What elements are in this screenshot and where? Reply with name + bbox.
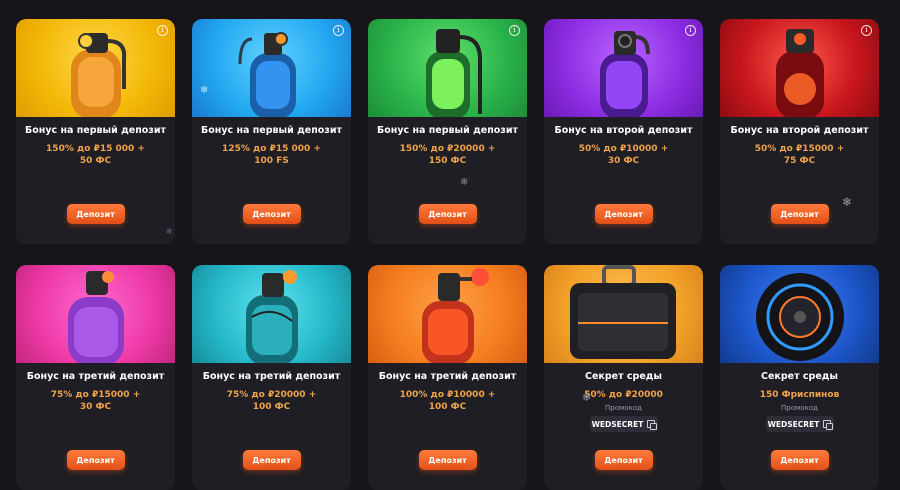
bonus-offer: 50% до ₽20000	[584, 390, 663, 400]
deposit-button[interactable]: Депозит	[66, 450, 125, 470]
deposit-button[interactable]: Депозит	[418, 204, 477, 224]
card-artwork	[368, 265, 527, 363]
snowflake-icon: ❄	[166, 227, 173, 236]
bonus-card: i ❄ Бонус на второй депозит 50% до ₽1500…	[720, 19, 879, 244]
bonus-offer: 75% до ₽20000 + 100 ФС	[226, 390, 317, 412]
gas-tank-illustration	[246, 270, 298, 363]
bonus-offer: 150% до ₽20000 + 150 ФС	[399, 144, 496, 166]
snowflake-icon: ❄	[200, 85, 209, 96]
promo-code-box[interactable]: WEDSECRET	[589, 416, 658, 432]
card-artwork: i ❄	[192, 19, 351, 117]
briefcase-illustration	[570, 265, 676, 359]
bonus-offer: 150% до ₽15 000 + 50 ФС	[46, 144, 145, 166]
info-icon[interactable]: i	[333, 25, 344, 36]
bonus-offer: 125% до ₽15 000 + 100 FS	[222, 144, 321, 166]
promo-label: Промокод	[781, 404, 818, 412]
copy-icon[interactable]	[823, 420, 834, 430]
promo-code: WEDSECRET	[767, 419, 820, 429]
bonus-card: i Бонус на первый депозит 150% до ₽20000…	[368, 19, 527, 244]
bonus-card: Секрет среды 50% до ₽20000 Промокод WEDS…	[544, 265, 703, 490]
bonus-card: i Бонус на второй депозит 50% до ₽10000 …	[544, 19, 703, 244]
deposit-button[interactable]: Депозит	[770, 204, 829, 224]
deposit-button[interactable]: Депозит	[66, 204, 125, 224]
bonus-card: Бонус на третий депозит 75% до ₽15000 + …	[16, 265, 175, 490]
deposit-button[interactable]: Депозит	[242, 450, 301, 470]
card-artwork	[720, 265, 879, 363]
bonus-card: i ❄ Бонус на первый депозит 125% до ₽15 …	[192, 19, 351, 244]
bonus-offer: 150 Фриспинов	[759, 390, 840, 400]
gas-tank-illustration	[426, 29, 482, 117]
gas-tank-illustration	[71, 33, 127, 117]
copy-icon[interactable]	[647, 420, 658, 430]
gas-tank-illustration	[600, 31, 650, 117]
deposit-button[interactable]: Депозит	[770, 450, 829, 470]
snowflake-icon: ❄	[582, 391, 592, 404]
bonus-title: Бонус на третий депозит	[26, 371, 165, 382]
bonus-offer: 50% до ₽10000 + 30 ФС	[578, 144, 669, 166]
info-icon[interactable]: i	[685, 25, 696, 36]
bonus-title: Бонус на первый депозит	[200, 125, 342, 136]
bonus-card: Бонус на третий депозит 75% до ₽20000 + …	[192, 265, 351, 490]
bonus-card: Секрет среды 150 Фриспинов Промокод WEDS…	[720, 265, 879, 490]
gas-tank-illustration	[238, 32, 296, 117]
deposit-button[interactable]: Депозит	[242, 204, 301, 224]
bonus-title: Бонус на второй депозит	[554, 125, 693, 136]
bonus-offer: 50% до ₽15000 + 75 ФС	[754, 144, 845, 166]
snowflake-icon: ❄	[836, 19, 844, 21]
card-artwork: i	[368, 19, 527, 117]
bonus-title: Секрет среды	[584, 371, 663, 382]
bonus-title: Бонус на третий депозит	[378, 371, 517, 382]
gas-tank-illustration	[68, 271, 124, 363]
gas-tank-illustration	[776, 29, 824, 117]
promo-label: Промокод	[605, 404, 642, 412]
promo-code: WEDSECRET	[591, 419, 644, 429]
bonus-title: Бонус на первый депозит	[376, 125, 518, 136]
bonus-card: Бонус на третий депозит 100% до ₽10000 +…	[368, 265, 527, 490]
card-artwork	[16, 265, 175, 363]
card-artwork	[544, 265, 703, 363]
info-icon[interactable]: i	[157, 25, 168, 36]
wheel-illustration	[756, 273, 844, 361]
promo-code-box[interactable]: WEDSECRET	[765, 416, 834, 432]
deposit-button[interactable]: Депозит	[418, 450, 477, 470]
bonus-card: i Бонус на первый депозит 150% до ₽15 00…	[16, 19, 175, 244]
bonus-title: Бонус на второй депозит	[730, 125, 869, 136]
bonus-title: Бонус на первый депозит	[24, 125, 166, 136]
card-artwork: i	[720, 19, 879, 117]
bonus-title: Секрет среды	[760, 371, 839, 382]
card-artwork: i	[16, 19, 175, 117]
card-artwork: i	[544, 19, 703, 117]
snowflake-icon: ❄	[460, 177, 469, 188]
bonus-offer: 75% до ₽15000 + 30 ФС	[50, 390, 141, 412]
card-artwork	[192, 265, 351, 363]
deposit-button[interactable]: Депозит	[594, 204, 653, 224]
bonus-offer: 100% до ₽10000 + 100 ФС	[399, 390, 496, 412]
deposit-button[interactable]: Депозит	[594, 450, 653, 470]
info-icon[interactable]: i	[861, 25, 872, 36]
info-icon[interactable]: i	[509, 25, 520, 36]
snowflake-icon: ❄	[842, 195, 853, 209]
bonus-grid: i Бонус на первый депозит 150% до ₽15 00…	[16, 0, 884, 490]
gas-tank-illustration	[422, 268, 489, 363]
bonus-title: Бонус на третий депозит	[202, 371, 341, 382]
